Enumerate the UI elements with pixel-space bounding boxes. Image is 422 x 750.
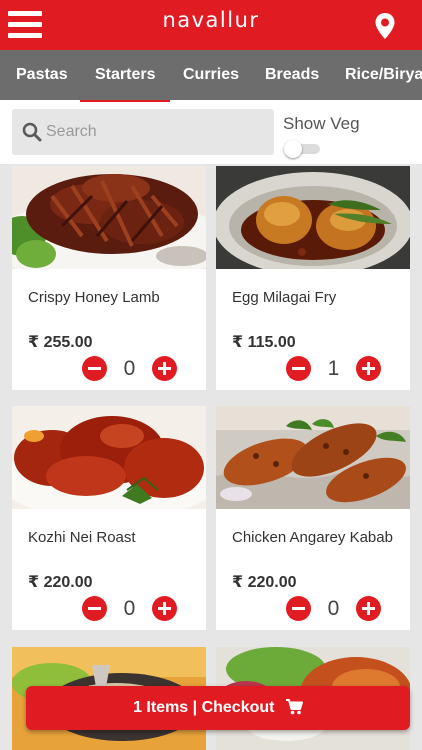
menu-card: Kozhi Nei Roast ₹ 220.00 0 bbox=[12, 406, 206, 630]
search-icon bbox=[22, 122, 42, 142]
quantity-value: 0 bbox=[123, 597, 136, 620]
dish-photo-chicken-angarey-kabab bbox=[216, 406, 410, 509]
search-bar-row: Show Veg bbox=[0, 100, 422, 164]
map-pin-icon[interactable] bbox=[374, 12, 396, 40]
dish-name: Crispy Honey Lamb bbox=[28, 289, 160, 306]
quantity-stepper: 0 bbox=[82, 595, 178, 623]
menu-card: Egg Milagai Fry ₹ 115.00 1 bbox=[216, 166, 410, 390]
show-veg-toggle[interactable] bbox=[284, 140, 322, 158]
dish-photo-kozhi-nei-roast bbox=[12, 406, 206, 509]
dish-price: ₹ 220.00 bbox=[232, 574, 297, 591]
dish-price: ₹ 255.00 bbox=[28, 334, 93, 351]
menu-card: Crispy Honey Lamb ₹ 255.00 0 bbox=[12, 166, 206, 390]
top-app-bar: navallur bbox=[0, 0, 422, 50]
minus-button[interactable] bbox=[286, 596, 311, 621]
dish-price: ₹ 115.00 bbox=[232, 334, 296, 351]
search-input[interactable] bbox=[46, 109, 266, 155]
tab-breads[interactable]: Breads bbox=[265, 50, 319, 100]
dish-name: Kozhi Nei Roast bbox=[28, 529, 136, 546]
scroll-underline bbox=[80, 100, 170, 102]
quantity-stepper: 0 bbox=[82, 355, 178, 383]
minus-button[interactable] bbox=[286, 356, 311, 381]
menu-card: Chicken Angarey Kabab ₹ 220.00 0 bbox=[216, 406, 410, 630]
tab-starters[interactable]: Starters bbox=[95, 50, 155, 100]
tab-pastas[interactable]: Pastas bbox=[16, 50, 68, 100]
quantity-value: 0 bbox=[123, 357, 136, 380]
checkout-label: 1 Items | Checkout bbox=[133, 699, 275, 716]
dish-name: Egg Milagai Fry bbox=[232, 289, 337, 306]
minus-button[interactable] bbox=[82, 596, 107, 621]
tab-rice-biryani[interactable]: Rice/Biryani bbox=[345, 50, 422, 100]
tab-curries[interactable]: Curries bbox=[183, 50, 239, 100]
brand-logo: navallur bbox=[162, 8, 260, 32]
plus-button[interactable] bbox=[152, 596, 177, 621]
quantity-stepper: 0 bbox=[286, 595, 382, 623]
search-box[interactable] bbox=[12, 109, 274, 155]
dish-photo-egg-milagai-fry bbox=[216, 166, 410, 269]
category-tabs: Pastas Starters Curries Breads Rice/Biry… bbox=[0, 50, 422, 100]
quantity-value: 0 bbox=[327, 597, 340, 620]
quantity-stepper: 1 bbox=[286, 355, 382, 383]
dish-name: Chicken Angarey Kabab bbox=[232, 529, 393, 546]
minus-button[interactable] bbox=[82, 356, 107, 381]
plus-button[interactable] bbox=[356, 596, 381, 621]
plus-button[interactable] bbox=[356, 356, 381, 381]
checkout-button[interactable]: 1 Items | Checkout bbox=[26, 686, 410, 730]
quantity-value: 1 bbox=[327, 357, 340, 380]
dish-price: ₹ 220.00 bbox=[28, 574, 93, 591]
show-veg-label: Show Veg bbox=[283, 114, 360, 133]
cart-icon bbox=[285, 699, 303, 715]
plus-button[interactable] bbox=[152, 356, 177, 381]
dish-photo-crispy-honey-lamb bbox=[12, 166, 206, 269]
